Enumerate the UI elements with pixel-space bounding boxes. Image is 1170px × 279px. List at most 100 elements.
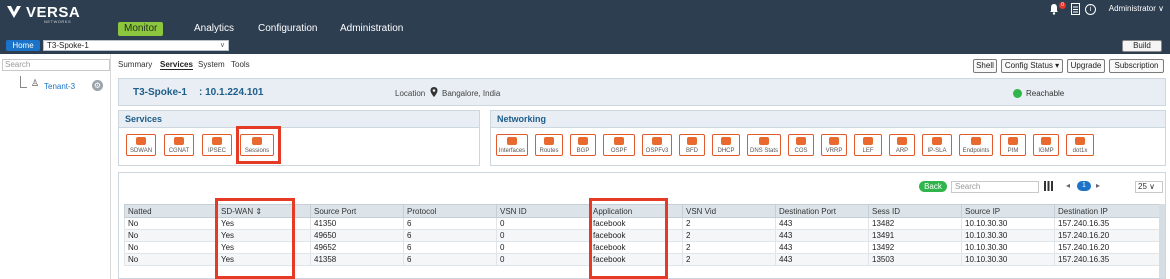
dns-stats-icon <box>759 137 769 145</box>
home-button[interactable]: Home <box>6 40 40 51</box>
net-button-label: ARP <box>895 148 909 154</box>
device-select-value: T3-Spoke-1 <box>47 41 89 50</box>
service-label: CGNAT <box>168 148 190 154</box>
nav-configuration[interactable]: Configuration <box>258 22 317 36</box>
bfd-icon <box>687 137 697 145</box>
nav-analytics[interactable]: Analytics <box>194 22 234 36</box>
table-cell: 443 <box>775 241 869 254</box>
ipsec-icon <box>212 137 222 145</box>
table-cell: 157.240.16.35 <box>1054 217 1161 230</box>
net-dns-stats-button[interactable]: DNS Stats <box>747 134 781 156</box>
net-dot1x-button[interactable]: dot1x <box>1066 134 1094 156</box>
tab-services[interactable]: Services <box>160 60 193 70</box>
sessions-highlight <box>236 126 281 164</box>
table-cell: 6 <box>403 229 497 242</box>
column-header[interactable]: Source Port <box>310 204 404 218</box>
tenant-link[interactable]: Tenant-3 <box>44 82 75 91</box>
subscription-button[interactable]: Subscription <box>1109 59 1164 73</box>
net-bfd-button[interactable]: BFD <box>679 134 705 156</box>
net-pim-button[interactable]: PIM <box>1000 134 1026 156</box>
net-routes-button[interactable]: Routes <box>535 134 563 156</box>
brand-sub: NETWORKS <box>44 19 72 24</box>
net-arp-button[interactable]: ARP <box>889 134 915 156</box>
page-next-icon[interactable]: ▸ <box>1096 181 1100 190</box>
net-bgp-button[interactable]: BGP <box>570 134 596 156</box>
service-cgnat[interactable]: CGNAT <box>164 134 194 156</box>
column-header[interactable]: VSN Vid <box>682 204 776 218</box>
sdwan-icon <box>136 137 146 145</box>
document-icon[interactable] <box>1071 3 1080 15</box>
vrrp-icon <box>829 137 839 145</box>
sdwan-column-highlight <box>215 198 295 279</box>
tab-summary[interactable]: Summary <box>118 60 152 69</box>
config-status-button[interactable]: Config Status ▾ <box>1001 59 1063 73</box>
shell-button[interactable]: Shell <box>973 59 997 73</box>
net-endpoints-button[interactable]: Endpoints <box>959 134 993 156</box>
net-button-label: Endpoints <box>962 148 990 154</box>
net-igmp-button[interactable]: IGMP <box>1033 134 1059 156</box>
column-header[interactable]: VSN ID <box>496 204 590 218</box>
net-ospfv3-button[interactable]: OSPFv3 <box>642 134 672 156</box>
table-cell: 6 <box>403 217 497 230</box>
versa-logo[interactable]: VERSA NETWORKS <box>6 4 86 24</box>
net-vrrp-button[interactable]: VRRP <box>821 134 847 156</box>
application-column-highlight <box>589 198 668 279</box>
column-header[interactable]: Protocol <box>403 204 497 218</box>
page-number[interactable]: 1 <box>1077 181 1091 191</box>
net-cos-button[interactable]: COS <box>788 134 814 156</box>
upgrade-button[interactable]: Upgrade <box>1067 59 1105 73</box>
nav-administration[interactable]: Administration <box>340 22 403 36</box>
column-header[interactable]: Destination Port <box>775 204 869 218</box>
net-button-label: IGMP <box>1038 148 1054 154</box>
net-button-label: IP-SLA <box>927 148 947 154</box>
column-header[interactable]: Destination IP <box>1054 204 1161 218</box>
pim-icon <box>1008 137 1018 145</box>
table-cell: 49652 <box>310 241 404 254</box>
table-cell: No <box>124 253 218 266</box>
vertical-scrollbar[interactable] <box>1159 204 1165 278</box>
service-sdwan[interactable]: SDWAN <box>126 134 156 156</box>
table-cell: 6 <box>403 241 497 254</box>
table-cell: 13503 <box>868 253 962 266</box>
location-pin-icon <box>430 87 438 97</box>
cgnat-icon <box>174 137 184 145</box>
column-header[interactable]: Source IP <box>961 204 1055 218</box>
per-page-select[interactable]: 25 ∨ <box>1135 181 1163 193</box>
cos-icon <box>796 137 806 145</box>
column-header[interactable]: Sess ID <box>868 204 962 218</box>
table-cell: 443 <box>775 253 869 266</box>
net-button-label: Routes <box>539 148 559 154</box>
location-label: Location <box>395 89 426 98</box>
page-prev-icon[interactable]: ◂ <box>1066 181 1070 190</box>
user-menu[interactable]: Administrator ∨ <box>1109 4 1164 13</box>
columns-icon[interactable] <box>1044 181 1053 191</box>
gear-icon[interactable]: ⚙ <box>92 80 103 91</box>
table-search-input[interactable]: Search <box>951 181 1039 193</box>
service-ipsec[interactable]: IPSEC <box>202 134 232 156</box>
table-cell: 10.10.30.30 <box>961 217 1055 230</box>
service-label: SDWAN <box>129 148 153 154</box>
net-interfaces-button[interactable]: Interfaces <box>496 134 528 156</box>
column-header[interactable]: Natted <box>124 204 218 218</box>
net-button-label: DHCP <box>717 148 735 154</box>
info-icon[interactable]: i <box>1085 4 1096 15</box>
nav-monitor[interactable]: Monitor <box>118 22 164 36</box>
build-button[interactable]: Build <box>1122 40 1162 52</box>
tab-tools[interactable]: Tools <box>231 60 250 69</box>
net-button-label: BFD <box>686 148 698 154</box>
table-cell: 10.10.30.30 <box>961 241 1055 254</box>
tree-search-input[interactable]: Search <box>2 59 110 71</box>
net-button-label: VRRP <box>825 148 843 154</box>
table-cell: 157.240.16.35 <box>1054 253 1161 266</box>
location-value: Bangalore, India <box>442 89 501 98</box>
net-lef-button[interactable]: LEF <box>854 134 882 156</box>
ip-sla-icon <box>932 137 942 145</box>
tab-system[interactable]: System <box>198 60 225 69</box>
igmp-icon <box>1041 137 1051 145</box>
net-ospf-button[interactable]: OSPF <box>603 134 635 156</box>
back-button[interactable]: Back <box>919 181 947 192</box>
device-select[interactable]: T3-Spoke-1 ∨ <box>43 40 229 51</box>
net-ip-sla-button[interactable]: IP-SLA <box>922 134 952 156</box>
net-button-label: BGP <box>576 148 590 154</box>
net-dhcp-button[interactable]: DHCP <box>712 134 740 156</box>
